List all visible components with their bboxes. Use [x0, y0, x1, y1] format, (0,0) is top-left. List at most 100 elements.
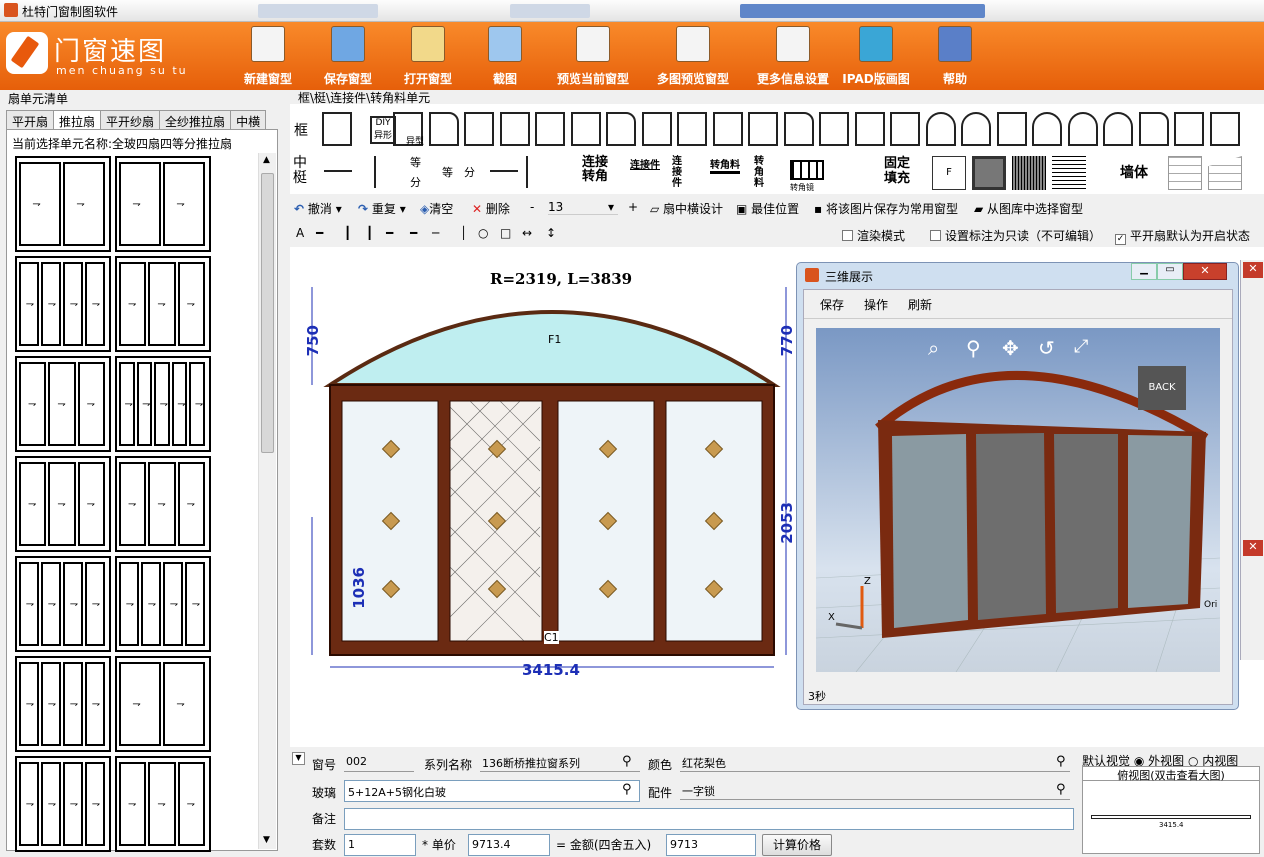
frame-part-icon[interactable]	[499, 112, 530, 146]
scroll-up-icon[interactable]: ▲	[263, 155, 270, 165]
fixed-pane-label[interactable]: F1	[548, 333, 561, 346]
toolbar-button-6[interactable]: 更多信息设置	[748, 26, 838, 88]
frame-part-icon[interactable]	[322, 112, 352, 146]
color-field[interactable]: 红花梨色	[680, 752, 1070, 772]
series-search-icon[interactable]: ⚲	[622, 754, 632, 769]
delete-button[interactable]: ✕ 删除	[472, 200, 510, 217]
frame-part-icon[interactable]	[819, 112, 849, 146]
3d-viewport[interactable]: ⌕ ⚲ ✥ ↺ ⤢ BACK Z X Ori	[816, 328, 1220, 672]
hline-tool-icon[interactable]: ━	[386, 226, 393, 240]
menu-operate[interactable]: 操作	[864, 296, 888, 313]
calc-price-button[interactable]: 计算价格	[762, 834, 832, 856]
frame-part-icon[interactable]	[464, 112, 494, 146]
corner-profile-vertical-button[interactable]: 转角料	[754, 156, 766, 189]
toolbar-button-4[interactable]: 预览当前窗型	[548, 26, 638, 88]
toolbar-button-2[interactable]: 打开窗型	[398, 26, 458, 88]
frame-part-icon[interactable]	[606, 112, 636, 146]
unit-thumbnail[interactable]: ⇁ ⇁	[115, 656, 211, 752]
fitting-field[interactable]: 一字锁	[680, 780, 1070, 800]
save-common-button[interactable]: ▪ 将该图片保存为常用窗型	[814, 200, 958, 217]
size-select[interactable]: 13 ▾	[548, 200, 618, 215]
tab-pingkai[interactable]: 平开扇	[6, 110, 55, 129]
dim-2053[interactable]: 2053	[778, 502, 796, 544]
frame-part-icon[interactable]	[925, 112, 956, 146]
toolbar-button-5[interactable]: 多图预览窗型	[648, 26, 738, 88]
unit-price-field[interactable]: 9713.4	[468, 834, 550, 856]
undo-button[interactable]: ↶ 撤消 ▾	[294, 200, 342, 217]
unit-thumbnail[interactable]: ⇁ ⇁ ⇁	[115, 756, 211, 852]
connect-corner-button[interactable]: 连接转角	[582, 156, 612, 184]
menu-refresh[interactable]: 刷新	[908, 296, 932, 313]
toolbar-button-3[interactable]: 截图	[484, 26, 526, 88]
dim-770[interactable]: 770	[778, 325, 796, 356]
dim-1036[interactable]: 1036	[350, 567, 368, 609]
corner-mirror-icon[interactable]	[790, 160, 824, 180]
dim-width[interactable]: 3415.4	[522, 661, 580, 679]
frame-part-icon[interactable]	[641, 112, 672, 146]
note-field[interactable]	[344, 808, 1074, 830]
unit-list-scrollbar[interactable]: ▲ ▼	[258, 153, 276, 849]
line-tool-icon[interactable]: ━	[316, 226, 323, 240]
frame-part-icon[interactable]	[890, 112, 920, 146]
collapse-icon[interactable]: ▼	[292, 752, 305, 765]
fill-f-button[interactable]: F	[932, 156, 966, 190]
unit-thumbnail[interactable]: ⇁ ⇁	[15, 156, 111, 252]
zoom-region-icon[interactable]: ⌕	[928, 336, 939, 360]
fixed-fill-button[interactable]: 固定填充	[884, 156, 914, 186]
frame-part-icon[interactable]	[712, 112, 743, 146]
rotate-icon[interactable]: ↺	[1038, 336, 1055, 360]
unit-thumbnail[interactable]: ⇁ ⇁ ⇁ ⇁ ⇁	[115, 356, 211, 452]
toolbar-button-1[interactable]: 保存窗型	[318, 26, 378, 88]
connector-button[interactable]: 连接件	[630, 156, 660, 171]
frame-part-icon[interactable]	[961, 112, 991, 146]
frame-part-icon[interactable]	[428, 112, 459, 146]
tab-pingkai-sha[interactable]: 平开纱扇	[100, 110, 161, 129]
rect-tool-icon[interactable]: □	[500, 226, 511, 240]
qty-field[interactable]: 1	[344, 834, 416, 856]
mullion-part-icon[interactable]	[490, 170, 518, 202]
unit-thumbnail[interactable]: ⇁ ⇁ ⇁ ⇁	[115, 556, 211, 652]
top-view-thumbnail[interactable]: 俯视图(双击查看大图) 3415.4	[1082, 766, 1260, 854]
mullion-part-icon[interactable]	[526, 156, 554, 188]
default-open-checkbox[interactable]: ✓ 平开扇默认为开启状态	[1115, 227, 1250, 245]
best-position-button[interactable]: ▣ 最佳位置	[736, 200, 799, 217]
center-design-button[interactable]: ▱ 扇中横设计	[650, 200, 723, 217]
unit-thumbnail[interactable]: ⇁ ⇁ ⇁	[115, 456, 211, 552]
brick-wall-icon[interactable]	[1168, 156, 1202, 190]
toolbar-button-8[interactable]: 帮助	[934, 26, 976, 88]
fill-frame-button[interactable]	[972, 156, 1006, 190]
arc-dimension[interactable]: R=2319, L=3839	[490, 270, 632, 288]
close-icon[interactable]: ✕	[1243, 540, 1263, 556]
view-cube-back[interactable]: BACK	[1138, 366, 1186, 410]
close-icon[interactable]: ✕	[1243, 262, 1263, 278]
frame-part-icon[interactable]	[1032, 112, 1062, 146]
vdim-tool-icon[interactable]: ↕	[546, 226, 556, 240]
glass-search-icon[interactable]: ⚲	[622, 782, 632, 797]
menu-save[interactable]: 保存	[820, 296, 844, 313]
tab-tuila[interactable]: 推拉扇	[53, 110, 102, 130]
toolbar-button-0[interactable]: 新建窗型	[238, 26, 298, 88]
unit-thumbnail[interactable]: ⇁ ⇁	[115, 156, 211, 252]
frame-part-icon[interactable]	[996, 112, 1027, 146]
frame-part-icon[interactable]	[1174, 112, 1204, 146]
scroll-down-icon[interactable]: ▼	[263, 835, 270, 845]
amount-field[interactable]: 9713	[666, 834, 756, 856]
vline-tool-icon[interactable]: ┃	[344, 226, 351, 240]
close-icon[interactable]: ✕	[1183, 263, 1227, 280]
unit-thumbnail[interactable]: ⇁ ⇁ ⇁	[115, 256, 211, 352]
dim-750[interactable]: 750	[304, 325, 322, 356]
hdim-tool-icon[interactable]: ↔	[522, 226, 532, 240]
window-no-field[interactable]: 002	[344, 752, 414, 772]
color-search-icon[interactable]: ⚲	[1056, 754, 1066, 769]
frame-part-icon[interactable]	[1103, 112, 1133, 146]
decrease-button[interactable]: -	[530, 200, 534, 214]
pick-library-button[interactable]: ▰ 从图库中选择窗型	[974, 200, 1083, 217]
glass-field[interactable]: 5+12A+5钢化白玻	[344, 780, 640, 802]
vbar-tool-icon[interactable]: │	[460, 226, 467, 240]
frame-part-icon[interactable]	[677, 112, 707, 146]
increase-button[interactable]: +	[628, 200, 638, 214]
frame-part-icon[interactable]	[570, 112, 601, 146]
fitting-search-icon[interactable]: ⚲	[1056, 782, 1066, 797]
diy-shape-button[interactable]: DIY异形	[370, 116, 396, 144]
yixing-label[interactable]: 异型	[406, 134, 424, 147]
